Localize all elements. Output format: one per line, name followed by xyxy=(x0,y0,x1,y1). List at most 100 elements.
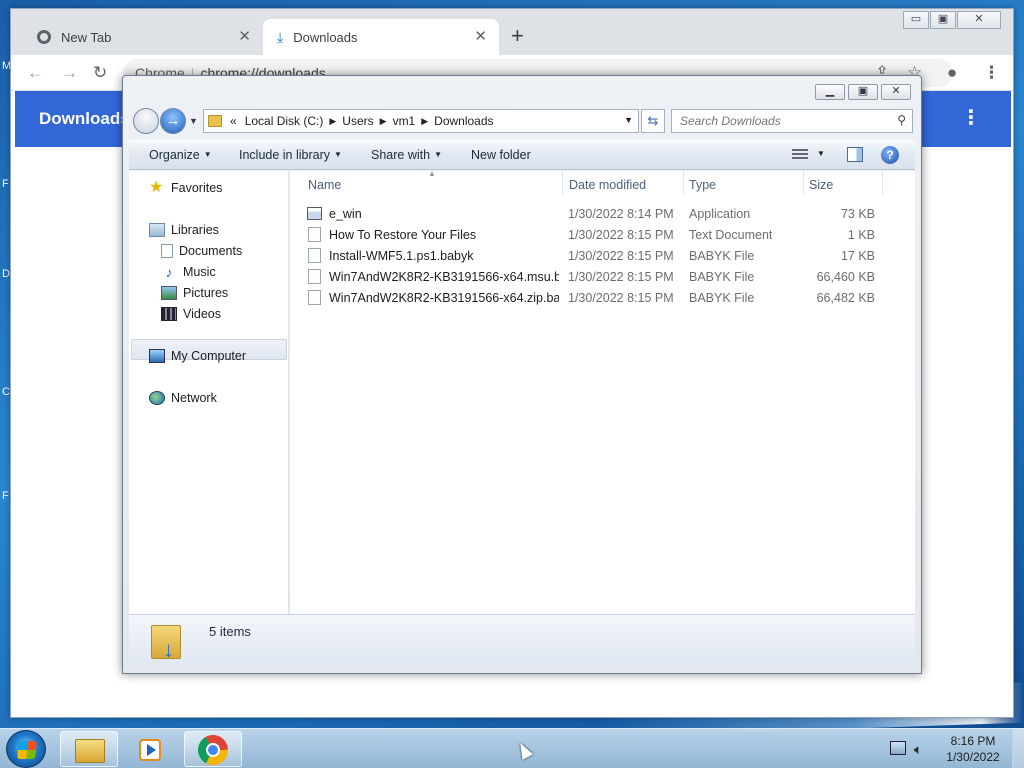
file-date: 1/30/2022 8:15 PM xyxy=(568,249,674,263)
breadcrumb-local-disk[interactable]: Local Disk (C:) xyxy=(245,114,324,128)
file-size: 17 KB xyxy=(840,249,875,263)
breadcrumb-vm1[interactable]: vm1 xyxy=(393,114,416,128)
new-folder-button[interactable]: New folder xyxy=(471,148,531,162)
column-header-name[interactable]: Name xyxy=(308,178,341,192)
minimize-button[interactable]: ▁ xyxy=(815,84,845,100)
file-list: ▲ Name Date modified Type Size e_win 1/3… xyxy=(290,169,915,614)
show-desktop-button[interactable] xyxy=(1012,729,1024,768)
file-name: Install-WMF5.1.ps1.babyk xyxy=(329,249,474,263)
view-options-icon[interactable] xyxy=(792,149,808,161)
back-arrow-icon[interactable]: ← xyxy=(27,63,44,83)
file-name: Win7AndW2K8R2-KB3191566-x64.msu.ba... xyxy=(329,270,559,284)
navigation-pane: ★ Favorites Libraries Documents ♪ Music Pi… xyxy=(129,171,289,614)
preview-pane-icon[interactable] xyxy=(847,147,863,162)
nav-documents[interactable]: Documents xyxy=(161,244,242,258)
download-icon: ⤓ xyxy=(277,28,284,45)
forward-button[interactable]: → xyxy=(160,108,186,134)
column-header-date-modified[interactable]: Date modified xyxy=(569,178,646,192)
forward-arrow-icon[interactable]: → xyxy=(61,63,78,83)
folder-icon xyxy=(208,115,222,127)
organize-button[interactable]: Organize ▼ xyxy=(149,148,212,162)
new-tab-button[interactable]: + xyxy=(511,23,524,49)
search-input[interactable] xyxy=(672,110,882,132)
view-dropdown-icon[interactable]: ▼ xyxy=(817,149,825,158)
file-type: Text Document xyxy=(689,228,773,242)
file-icon xyxy=(308,290,321,305)
desktop-icon-label[interactable]: F xyxy=(2,178,9,190)
file-type: BABYK File xyxy=(689,249,755,263)
tab-title: Downloads xyxy=(293,29,358,45)
nav-pictures[interactable]: Pictures xyxy=(161,286,228,300)
column-divider[interactable] xyxy=(803,171,804,195)
column-header-size[interactable]: Size xyxy=(809,178,833,192)
column-header-type[interactable]: Type xyxy=(689,178,716,192)
start-button[interactable] xyxy=(6,730,46,768)
item-count: 5 items xyxy=(209,624,251,639)
breadcrumb-arrow-icon[interactable]: ▶ xyxy=(329,116,336,127)
search-icon[interactable]: ⚲ xyxy=(897,113,906,127)
folder-icon xyxy=(75,739,105,763)
close-window-button[interactable]: ✕ xyxy=(881,84,911,100)
share-with-button[interactable]: Share with ▼ xyxy=(371,148,442,162)
refresh-button[interactable]: ⇆ xyxy=(641,109,665,133)
clock-time: 8:16 PM xyxy=(950,734,996,748)
column-divider[interactable] xyxy=(882,171,883,195)
column-divider[interactable] xyxy=(683,171,684,195)
breadcrumb-overflow[interactable]: « xyxy=(230,114,237,128)
nav-network[interactable]: Network xyxy=(149,391,217,405)
chrome-tab-strip: New Tab ✕ ⤓ Downloads ✕ + ▭ ▣ ✕ xyxy=(11,9,1013,55)
file-row[interactable]: How To Restore Your Files 1/30/2022 8:15… xyxy=(304,224,904,245)
search-box[interactable]: ⚲ xyxy=(671,109,913,133)
recent-pages-dropdown-icon[interactable]: ▼ xyxy=(189,116,198,126)
profile-avatar-icon[interactable]: ● xyxy=(947,63,957,83)
taskbar-media-player-button[interactable] xyxy=(122,731,180,767)
desktop-icon-label[interactable]: F xyxy=(2,490,9,502)
include-in-library-button[interactable]: Include in library ▼ xyxy=(239,148,342,162)
file-row[interactable]: e_win 1/30/2022 8:14 PM Application 73 K… xyxy=(304,203,904,224)
breadcrumb-downloads[interactable]: Downloads xyxy=(434,114,493,128)
address-bar[interactable]: « Local Disk (C:) ▶ Users ▶ vm1 ▶ Downlo… xyxy=(203,109,639,133)
libraries-icon xyxy=(149,223,165,237)
minimize-button[interactable]: ▭ xyxy=(903,11,929,29)
taskbar-chrome-button[interactable] xyxy=(184,731,242,767)
desktop-icon-label[interactable]: C xyxy=(2,386,10,398)
maximize-button[interactable]: ▣ xyxy=(930,11,956,29)
breadcrumb-arrow-icon[interactable]: ▶ xyxy=(421,116,428,127)
breadcrumb-users[interactable]: Users xyxy=(342,114,373,128)
maximize-button[interactable]: ▣ xyxy=(848,84,878,100)
tab-new-tab[interactable]: New Tab ✕ xyxy=(25,19,263,55)
column-divider[interactable] xyxy=(562,171,563,195)
clock-date: 1/30/2022 xyxy=(946,750,1000,764)
file-date: 1/30/2022 8:14 PM xyxy=(568,207,674,221)
close-tab-icon[interactable]: ✕ xyxy=(238,27,251,45)
desktop-icon-label[interactable]: D xyxy=(2,268,10,280)
downloads-menu-icon[interactable]: ⋮ xyxy=(961,105,981,130)
reload-icon[interactable]: ↻ xyxy=(93,63,107,83)
sort-ascending-icon: ▲ xyxy=(428,169,436,178)
tab-downloads[interactable]: ⤓ Downloads ✕ xyxy=(263,19,499,55)
breadcrumb-arrow-icon[interactable]: ▶ xyxy=(380,116,387,127)
help-icon[interactable]: ? xyxy=(881,146,899,164)
taskbar-explorer-button[interactable] xyxy=(60,731,118,767)
network-icon xyxy=(149,391,165,405)
nav-libraries[interactable]: Libraries xyxy=(149,223,219,237)
chrome-menu-icon[interactable]: ⋮ xyxy=(983,63,1000,83)
file-row[interactable]: Win7AndW2K8R2-KB3191566-x64.zip.bab... 1… xyxy=(304,287,904,308)
nav-my-computer[interactable]: My Computer xyxy=(149,349,246,363)
explorer-window: ▁ ▣ ✕ → ▼ « Local Disk (C:) ▶ Users ▶ vm… xyxy=(122,75,922,674)
file-row[interactable]: Win7AndW2K8R2-KB3191566-x64.msu.ba... 1/… xyxy=(304,266,904,287)
network-tray-icon[interactable] xyxy=(890,741,906,755)
volume-icon[interactable]: 🔈︎ xyxy=(914,741,930,757)
file-size: 73 KB xyxy=(840,207,875,221)
close-tab-icon[interactable]: ✕ xyxy=(474,27,487,45)
address-dropdown-icon[interactable]: ▼ xyxy=(624,115,633,125)
close-window-button[interactable]: ✕ xyxy=(957,11,1001,29)
file-row[interactable]: Install-WMF5.1.ps1.babyk 1/30/2022 8:15 … xyxy=(304,245,904,266)
back-button[interactable] xyxy=(133,108,159,134)
nav-music[interactable]: ♪ Music xyxy=(161,265,216,279)
nav-favorites[interactable]: ★ Favorites xyxy=(149,180,222,196)
file-name: e_win xyxy=(329,207,362,221)
nav-videos[interactable]: Videos xyxy=(161,307,221,321)
system-clock[interactable]: 8:16 PM 1/30/2022 xyxy=(940,733,1006,765)
text-file-icon xyxy=(308,227,321,242)
